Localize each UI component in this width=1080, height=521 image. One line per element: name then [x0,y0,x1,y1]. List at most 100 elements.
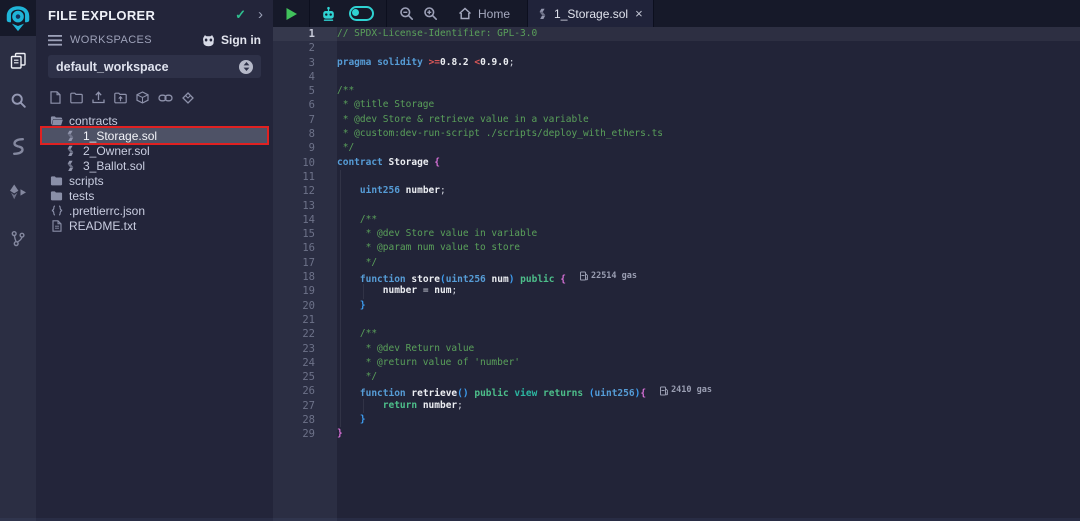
file-tree-item-2-owner-sol[interactable]: 2_Owner.sol [42,143,267,158]
code-line[interactable]: 24 * @return value of 'number' [273,356,1080,370]
folder-icon [50,175,63,186]
line-number[interactable]: 15 [273,227,337,241]
link-icon[interactable] [158,93,173,103]
line-number[interactable]: 13 [273,199,337,213]
solidity-file-icon [538,8,547,20]
activity-bar [0,0,36,521]
line-number[interactable]: 29 [273,427,337,441]
line-number[interactable]: 16 [273,241,337,255]
code-line[interactable]: 22 /** [273,327,1080,341]
line-number[interactable]: 28 [273,413,337,427]
line-number[interactable]: 25 [273,370,337,384]
code-content: * @custom:dev-run-script ./scripts/deplo… [337,127,1080,141]
code-line[interactable]: 27 return number; [273,399,1080,413]
line-number[interactable]: 10 [273,156,337,170]
code-line[interactable]: 25 */ [273,370,1080,384]
code-line[interactable]: 8 * @custom:dev-run-script ./scripts/dep… [273,127,1080,141]
code-line[interactable]: 21 [273,313,1080,327]
line-number[interactable]: 24 [273,356,337,370]
code-editor[interactable]: 1// SPDX-License-Identifier: GPL-3.023pr… [273,27,1080,521]
code-line[interactable]: 1// SPDX-License-Identifier: GPL-3.0 [273,27,1080,41]
upload-folder-icon[interactable] [114,92,127,104]
cube-icon[interactable] [136,91,149,104]
zoom-in-icon[interactable] [423,6,438,21]
code-line[interactable]: 26 function retrieve() public view retur… [273,384,1080,398]
tab-close-icon[interactable]: × [635,9,643,19]
code-content: return number; [337,399,1080,413]
solidity-compiler-icon[interactable] [0,126,36,166]
code-line[interactable]: 18 function store(uint256 num) public {2… [273,270,1080,284]
file-explorer-panel: FILE EXPLORER ✓ › WORKSPACES Sign i [36,0,273,521]
indent-guide [340,284,341,298]
chevron-right-icon[interactable]: › [258,10,263,20]
code-line[interactable]: 12 uint256 number; [273,184,1080,198]
line-number[interactable]: 6 [273,98,337,112]
code-line[interactable]: 6 * @title Storage [273,98,1080,112]
line-number[interactable]: 27 [273,399,337,413]
home-tab[interactable]: Home [458,7,510,21]
file-tree-item-1-storage-sol[interactable]: 1_Storage.sol [42,128,267,143]
upload-file-icon[interactable] [92,91,105,104]
new-file-icon[interactable] [50,91,61,104]
line-number[interactable]: 19 [273,284,337,298]
line-number[interactable]: 4 [273,70,337,84]
hamburger-menu-icon[interactable] [48,35,62,46]
run-script-button[interactable] [285,7,298,21]
git-icon[interactable] [0,218,36,258]
line-number[interactable]: 7 [273,113,337,127]
file-tree-item-prettierrc-json[interactable]: .prettierrc.json [42,203,267,218]
ai-toggle-switch[interactable] [349,6,374,21]
code-line[interactable]: 28 } [273,413,1080,427]
line-number[interactable]: 12 [273,184,337,198]
line-number[interactable]: 5 [273,84,337,98]
remix-logo[interactable] [0,0,36,36]
code-line[interactable]: 16 * @param num value to store [273,241,1080,255]
deploy-run-icon[interactable] [0,172,36,212]
line-number[interactable]: 20 [273,299,337,313]
code-line[interactable]: 9 */ [273,141,1080,155]
code-line[interactable]: 15 * @dev Store value in variable [273,227,1080,241]
line-number[interactable]: 17 [273,256,337,270]
search-icon[interactable] [0,80,36,120]
file-tree-item-readme-txt[interactable]: README.txt [42,218,267,233]
code-line[interactable]: 20 } [273,299,1080,313]
line-number[interactable]: 1 [273,27,337,41]
line-number[interactable]: 21 [273,313,337,327]
file-explorer-icon[interactable] [0,40,36,80]
line-number[interactable]: 9 [273,141,337,155]
code-line[interactable]: 5/** [273,84,1080,98]
line-number[interactable]: 22 [273,327,337,341]
file-tree-item-scripts[interactable]: scripts [42,173,267,188]
file-tree-item-3-ballot-sol[interactable]: 3_Ballot.sol [42,158,267,173]
line-number[interactable]: 8 [273,127,337,141]
line-number[interactable]: 2 [273,41,337,55]
line-number[interactable]: 11 [273,170,337,184]
code-line[interactable]: 4 [273,70,1080,84]
code-line[interactable]: 19 number = num; [273,284,1080,298]
tab-1-storage-sol[interactable]: 1_Storage.sol × [527,0,654,27]
code-line[interactable]: 17 */ [273,256,1080,270]
line-number[interactable]: 26 [273,384,337,398]
line-number[interactable]: 3 [273,56,337,70]
code-line[interactable]: 11 [273,170,1080,184]
ai-assistant-icon[interactable] [320,6,337,22]
code-line[interactable]: 2 [273,41,1080,55]
workspace-sort-icon[interactable] [239,60,253,74]
sign-in-button[interactable]: Sign in [201,33,261,47]
code-line[interactable]: 29} [273,427,1080,441]
new-folder-icon[interactable] [70,92,83,104]
line-number[interactable]: 23 [273,342,337,356]
code-line[interactable]: 14 /** [273,213,1080,227]
code-line[interactable]: 23 * @dev Return value [273,342,1080,356]
code-line[interactable]: 7 * @dev Store & retrieve value in a var… [273,113,1080,127]
code-line[interactable]: 13 [273,199,1080,213]
file-tree-item-tests[interactable]: tests [42,188,267,203]
code-line[interactable]: 3pragma solidity >=0.8.2 <0.9.0; [273,56,1080,70]
diamond-icon[interactable] [182,92,194,104]
code-line[interactable]: 10contract Storage { [273,156,1080,170]
line-number[interactable]: 14 [273,213,337,227]
zoom-out-icon[interactable] [399,6,414,21]
line-number[interactable]: 18 [273,270,337,284]
file-tree-item-contracts[interactable]: contracts [42,113,267,128]
workspace-select[interactable]: default_workspace [48,55,261,78]
